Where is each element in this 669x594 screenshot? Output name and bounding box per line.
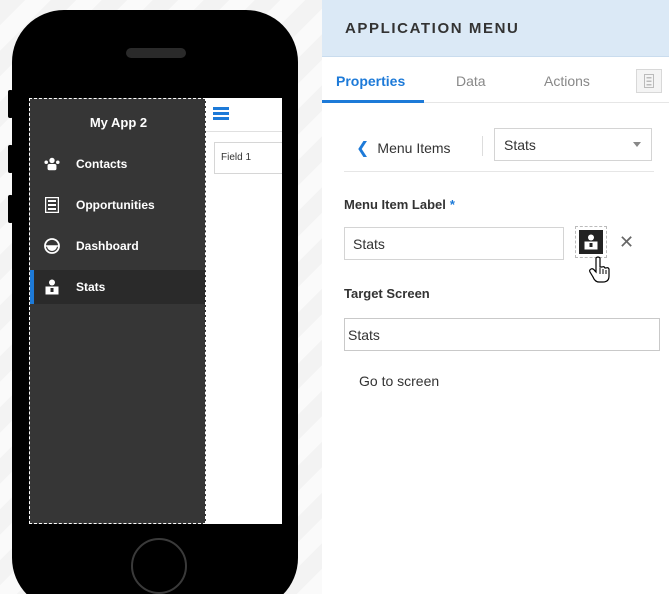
panel-tabs: Properties Data Actions bbox=[322, 57, 669, 103]
menu-item-label-input[interactable] bbox=[344, 227, 564, 260]
select-value: Stats bbox=[504, 137, 536, 153]
menu-item-contacts[interactable]: Contacts bbox=[30, 147, 205, 181]
chevron-down-icon bbox=[633, 142, 641, 147]
properties-panel: APPLICATION MENU Properties Data Actions… bbox=[322, 0, 669, 594]
target-screen-input[interactable] bbox=[344, 318, 660, 351]
phone-speaker bbox=[126, 48, 186, 58]
opportunities-icon bbox=[44, 197, 60, 213]
dashboard-icon bbox=[44, 238, 60, 254]
phone-frame: My App 2 Contacts Opportunities Dashboar… bbox=[8, 10, 298, 594]
panel-overflow-icon[interactable] bbox=[636, 69, 662, 93]
phone-side-button bbox=[8, 90, 13, 118]
tab-data[interactable]: Data bbox=[456, 73, 486, 89]
phone-side-button bbox=[8, 145, 13, 173]
stats-icon bbox=[44, 279, 60, 295]
active-tab-indicator bbox=[322, 100, 424, 103]
breadcrumb-divider bbox=[482, 136, 483, 156]
phone-side-button bbox=[8, 195, 13, 223]
menu-item-stats[interactable]: Stats bbox=[30, 270, 205, 304]
app-title: My App 2 bbox=[89, 115, 148, 130]
contacts-icon bbox=[44, 156, 60, 172]
stats-icon bbox=[579, 230, 603, 254]
field-label-text: Menu Item Label bbox=[344, 197, 446, 212]
menu-item-opportunities[interactable]: Opportunities bbox=[30, 188, 205, 222]
menu-item-label: Stats bbox=[76, 280, 106, 294]
go-to-screen-link[interactable]: Go to screen bbox=[359, 373, 439, 389]
target-screen-label: Target Screen bbox=[344, 286, 430, 301]
menu-item-label-heading: Menu Item Label * bbox=[344, 197, 455, 212]
app-content-area: Field 1 bbox=[206, 98, 282, 524]
app-menu-panel[interactable]: My App 2 Contacts Opportunities Dashboar… bbox=[29, 98, 206, 524]
panel-title: APPLICATION MENU bbox=[322, 0, 669, 57]
close-icon[interactable]: ✕ bbox=[619, 232, 634, 253]
tab-actions[interactable]: Actions bbox=[544, 73, 590, 89]
design-canvas: My App 2 Contacts Opportunities Dashboar… bbox=[0, 0, 322, 594]
back-to-menu-items-link[interactable]: ❮ Menu Items bbox=[356, 138, 451, 158]
select-icon-button[interactable] bbox=[575, 226, 607, 258]
chevron-left-icon: ❮ bbox=[356, 140, 370, 157]
hand-cursor-icon bbox=[589, 256, 610, 283]
tab-properties[interactable]: Properties bbox=[336, 73, 405, 89]
menu-item-dashboard[interactable]: Dashboard bbox=[30, 229, 205, 263]
field-1[interactable]: Field 1 bbox=[214, 142, 282, 174]
menu-item-select[interactable]: Stats bbox=[494, 128, 652, 161]
back-link-label: Menu Items bbox=[377, 140, 451, 156]
phone-home-button bbox=[131, 538, 187, 594]
phone-screen: My App 2 Contacts Opportunities Dashboar… bbox=[29, 98, 282, 524]
hamburger-menu-icon[interactable] bbox=[213, 107, 229, 120]
breadcrumb: ❮ Menu Items Stats bbox=[344, 128, 654, 172]
menu-item-label: Dashboard bbox=[76, 239, 139, 253]
app-header-bar bbox=[206, 98, 282, 132]
menu-item-label: Opportunities bbox=[76, 198, 155, 212]
menu-item-label: Contacts bbox=[76, 157, 128, 171]
required-indicator: * bbox=[449, 197, 455, 212]
